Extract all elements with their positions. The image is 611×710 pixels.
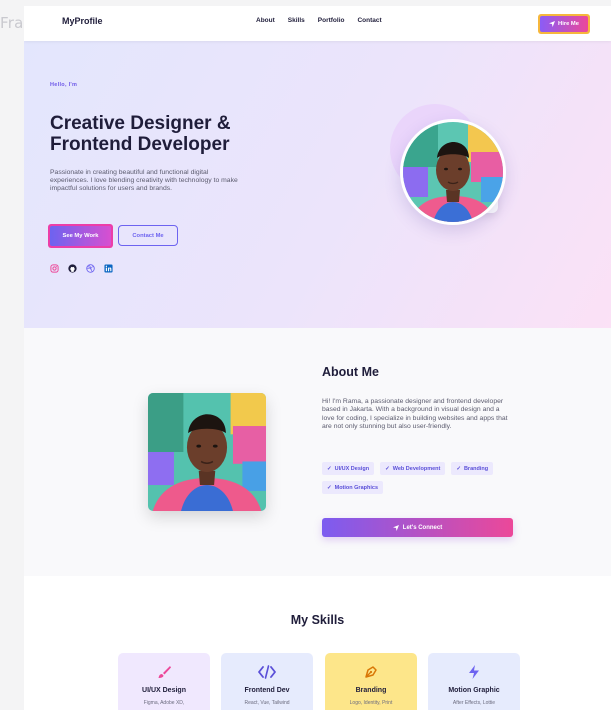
skill-name: Frontend Dev	[244, 687, 290, 694]
contact-me-button[interactable]: Contact Me	[118, 225, 178, 246]
hero-title-line2: Frontend Developer	[50, 134, 230, 155]
see-work-highlight: See My Work	[48, 224, 113, 248]
skill-card-frontend[interactable]: Frontend Dev React, Vue, Tailwind	[221, 653, 313, 710]
hero-description: Passionate in creating beautiful and fun…	[50, 169, 238, 193]
check-icon: ✓	[327, 465, 332, 472]
skill-name: Motion Graphic	[448, 687, 500, 694]
hire-me-button[interactable]: Hire Me	[540, 16, 588, 32]
lets-connect-button[interactable]: Let's Connect	[322, 518, 513, 537]
dribbble-icon[interactable]	[86, 264, 95, 273]
lets-connect-label: Let's Connect	[402, 524, 443, 531]
skill-desc: React, Vue, Tailwind	[244, 700, 290, 706]
send-icon	[392, 524, 399, 531]
nav-link-portfolio[interactable]: Portfolio	[318, 17, 345, 24]
check-icon: ✓	[456, 465, 461, 472]
lightning-icon	[428, 663, 520, 681]
about-text: Hi! I'm Rama, a passionate designer and …	[322, 398, 508, 431]
check-icon: ✓	[385, 465, 390, 472]
hero-section: Hello, I'm Creative Designer & Frontend …	[24, 41, 611, 328]
skills-section: My Skills UI/UX Design Figma, Adobe XD, …	[24, 576, 611, 710]
instagram-icon[interactable]	[50, 264, 59, 273]
see-my-work-button[interactable]: See My Work	[50, 226, 111, 246]
tag-label: Branding	[463, 465, 489, 472]
tag-label: UI/UX Design	[334, 465, 370, 472]
nav-links: About Skills Portfolio Contact	[256, 17, 382, 24]
page-canvas: MyProfile About Skills Portfolio Contact…	[24, 6, 611, 710]
skill-name: Branding	[355, 687, 387, 694]
skill-card-uiux[interactable]: UI/UX Design Figma, Adobe XD,	[118, 653, 210, 710]
nav-link-contact[interactable]: Contact	[357, 17, 381, 24]
tag-label: Motion Graphics	[334, 484, 378, 491]
tag-web-development: ✓ Web Development	[380, 462, 446, 475]
about-profile-photo	[148, 393, 266, 511]
nav-link-skills[interactable]: Skills	[288, 17, 305, 24]
github-icon[interactable]	[68, 264, 77, 273]
about-title: About Me	[322, 365, 379, 379]
tag-uiux-design: ✓ UI/UX Design	[322, 462, 375, 475]
hire-me-highlight: Hire Me	[538, 14, 590, 34]
skill-card-branding[interactable]: Branding Logo, Identity, Print	[325, 653, 417, 710]
social-links	[50, 264, 113, 273]
hero-profile-photo	[400, 119, 506, 225]
hero-title-line1: Creative Designer &	[50, 113, 231, 134]
skill-desc: After Effects, Lottie	[452, 700, 496, 706]
about-tags: ✓ UI/UX Design ✓ Web Development ✓ Brand…	[322, 462, 522, 494]
tag-label: Web Development	[392, 465, 441, 472]
hero-title: Creative Designer & Frontend Developer	[50, 113, 280, 155]
skill-card-motion[interactable]: Motion Graphic After Effects, Lottie	[428, 653, 520, 710]
brand-logo[interactable]: MyProfile	[62, 16, 103, 26]
skill-name: UI/UX Design	[142, 687, 186, 694]
skill-desc: Logo, Identity, Print	[349, 700, 393, 706]
tag-branding: ✓ Branding	[451, 462, 494, 475]
hero-greeting: Hello, I'm	[50, 82, 78, 88]
pen-nib-icon	[325, 663, 417, 681]
linkedin-icon[interactable]	[104, 264, 113, 273]
navbar: MyProfile About Skills Portfolio Contact…	[24, 6, 611, 41]
hire-me-label: Hire Me	[558, 21, 579, 27]
code-icon	[221, 663, 313, 681]
nav-link-about[interactable]: About	[256, 17, 275, 24]
brush-icon	[118, 663, 210, 681]
check-icon: ✓	[327, 484, 332, 491]
skill-desc: Figma, Adobe XD,	[143, 700, 185, 706]
tag-motion-graphics: ✓ Motion Graphics	[322, 481, 383, 494]
skills-title: My Skills	[290, 613, 345, 627]
about-section: About Me Hi! I'm Rama, a passionate desi…	[24, 328, 611, 576]
send-icon	[549, 21, 556, 27]
